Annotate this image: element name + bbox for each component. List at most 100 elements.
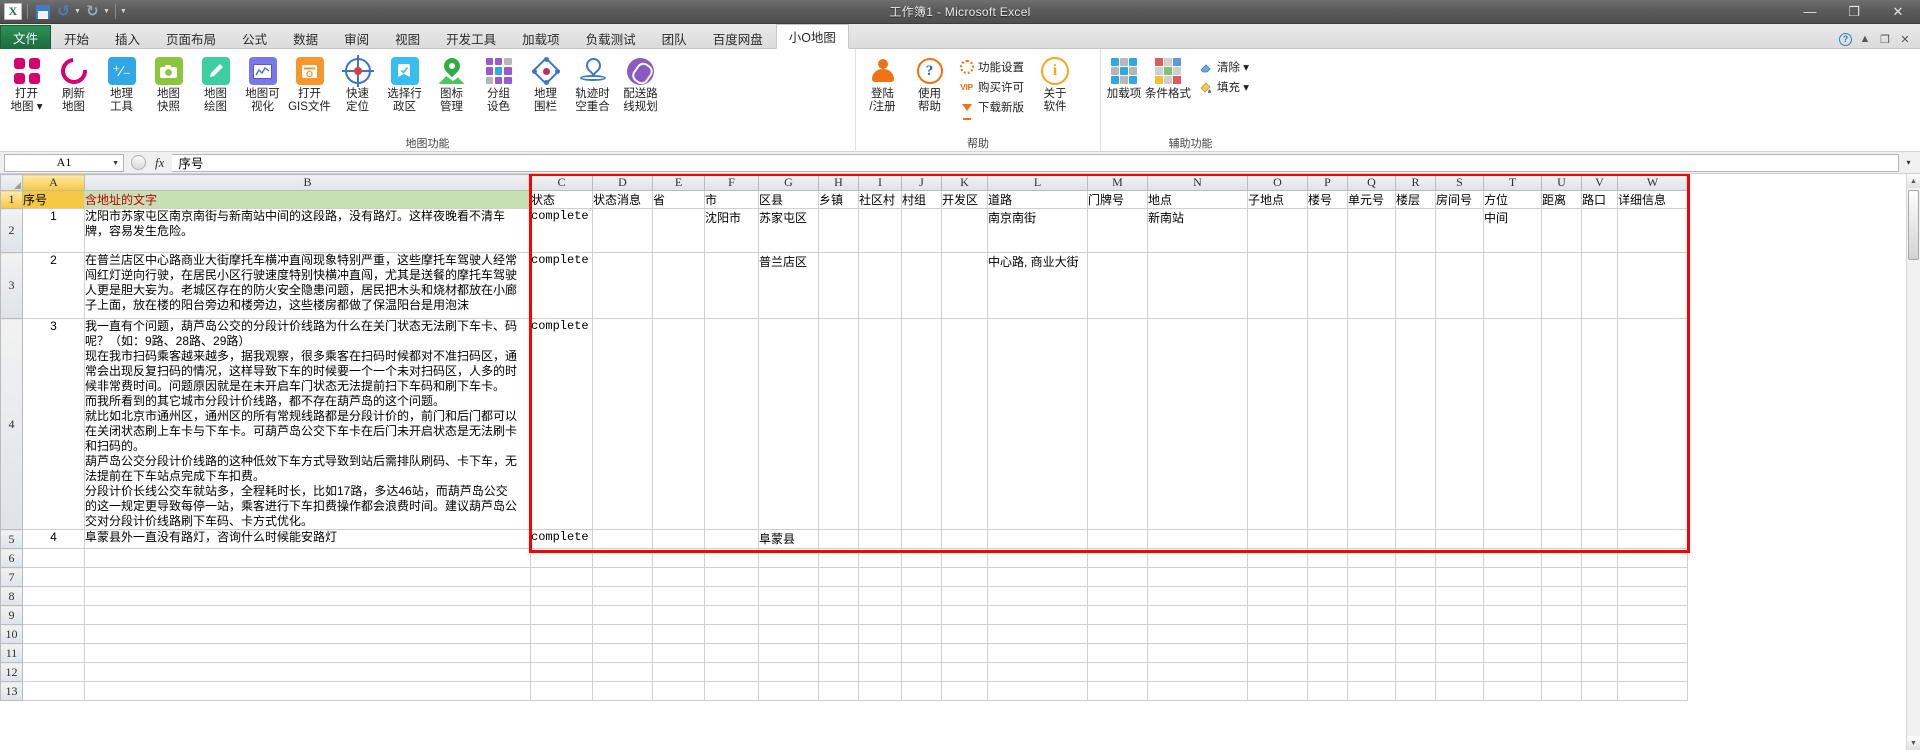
group-color-button[interactable]: 分组 设色 <box>475 54 522 116</box>
cell-E2[interactable] <box>652 208 705 253</box>
cell-T10[interactable] <box>1483 624 1542 644</box>
tab-file[interactable]: 文件 <box>0 25 52 49</box>
cell-R6[interactable] <box>1395 548 1436 568</box>
cell-M4[interactable] <box>1087 318 1148 530</box>
cell-V6[interactable] <box>1581 548 1618 568</box>
cell-B7[interactable] <box>84 567 531 587</box>
scroll-up-icon[interactable]: ▲ <box>1907 174 1920 188</box>
cell-T8[interactable] <box>1483 586 1542 606</box>
cell-T7[interactable] <box>1483 567 1542 587</box>
cell-F11[interactable] <box>704 643 759 663</box>
cell-M5[interactable] <box>1087 529 1148 549</box>
cell-A10[interactable] <box>22 624 85 644</box>
cell-J7[interactable] <box>901 567 942 587</box>
cell-M10[interactable] <box>1087 624 1148 644</box>
cell-U5[interactable] <box>1541 529 1582 549</box>
cell-M6[interactable] <box>1087 548 1148 568</box>
cell-U13[interactable] <box>1541 681 1582 701</box>
cell-S1[interactable]: 房间号 <box>1435 190 1484 209</box>
cell-H5[interactable] <box>818 529 859 549</box>
cell-L5[interactable] <box>987 529 1088 549</box>
cell-J5[interactable] <box>901 529 942 549</box>
cell-V7[interactable] <box>1581 567 1618 587</box>
cell-I2[interactable] <box>858 208 902 253</box>
cell-C8[interactable] <box>530 586 593 606</box>
cell-Q6[interactable] <box>1347 548 1396 568</box>
fill-item[interactable]: 填充 ▾ <box>1196 78 1253 96</box>
help-icon[interactable]: ? <box>1839 32 1852 46</box>
cell-C4[interactable]: complete <box>530 318 593 530</box>
cell-G12[interactable] <box>758 662 819 682</box>
cell-W8[interactable] <box>1617 586 1688 606</box>
cell-E5[interactable] <box>652 529 705 549</box>
cell-B12[interactable] <box>84 662 531 682</box>
cell-R1[interactable]: 楼层 <box>1395 190 1436 209</box>
cell-G1[interactable]: 区县 <box>758 190 819 209</box>
cell-I5[interactable] <box>858 529 902 549</box>
cell-R11[interactable] <box>1395 643 1436 663</box>
cell-N4[interactable] <box>1147 318 1248 530</box>
cell-P13[interactable] <box>1307 681 1348 701</box>
close-window-icon[interactable]: ✕ <box>1898 32 1912 46</box>
cell-M3[interactable] <box>1087 252 1148 319</box>
cell-N8[interactable] <box>1147 586 1248 606</box>
cell-F2[interactable]: 沈阳市 <box>704 208 759 253</box>
cell-G13[interactable] <box>758 681 819 701</box>
cell-D3[interactable] <box>592 252 653 319</box>
cell-V4[interactable] <box>1581 318 1618 530</box>
cell-M8[interactable] <box>1087 586 1148 606</box>
cell-O2[interactable] <box>1247 208 1308 253</box>
cell-P12[interactable] <box>1307 662 1348 682</box>
cell-H8[interactable] <box>818 586 859 606</box>
cell-O11[interactable] <box>1247 643 1308 663</box>
cell-M12[interactable] <box>1087 662 1148 682</box>
cell-L3[interactable]: 中心路, 商业大街 <box>987 252 1088 319</box>
cell-A7[interactable] <box>22 567 85 587</box>
select-district-button[interactable]: 选择行 政区 <box>381 54 428 116</box>
cell-R12[interactable] <box>1395 662 1436 682</box>
cell-R9[interactable] <box>1395 605 1436 625</box>
cell-C13[interactable] <box>530 681 593 701</box>
column-header-D[interactable]: D <box>592 174 653 191</box>
cell-K5[interactable] <box>941 529 988 549</box>
cell-J1[interactable]: 村组 <box>901 190 942 209</box>
cell-W3[interactable] <box>1617 252 1688 319</box>
route-plan-button[interactable]: 配送路 线规划 <box>617 54 664 116</box>
column-header-P[interactable]: P <box>1307 174 1348 191</box>
cell-L2[interactable]: 南京南街 <box>987 208 1088 253</box>
cell-S13[interactable] <box>1435 681 1484 701</box>
open-gis-file-button[interactable]: 打开 GIS文件 <box>286 54 333 116</box>
cell-U12[interactable] <box>1541 662 1582 682</box>
cell-P7[interactable] <box>1307 567 1348 587</box>
cell-H3[interactable] <box>818 252 859 319</box>
function-settings-item[interactable]: 功能设置 <box>957 58 1028 76</box>
redo-dropdown-icon[interactable]: ▼ <box>103 8 110 15</box>
cell-S10[interactable] <box>1435 624 1484 644</box>
conditional-format-button[interactable]: 条件格式 <box>1144 54 1192 103</box>
column-header-G[interactable]: G <box>758 174 819 191</box>
cell-R3[interactable] <box>1395 252 1436 319</box>
save-icon[interactable] <box>33 2 52 21</box>
tab-8[interactable]: 加载项 <box>509 26 573 49</box>
cell-R13[interactable] <box>1395 681 1436 701</box>
cell-Q12[interactable] <box>1347 662 1396 682</box>
cell-P6[interactable] <box>1307 548 1348 568</box>
select-all-corner[interactable] <box>0 174 23 191</box>
cell-A3[interactable]: 2 <box>22 252 85 319</box>
cell-T5[interactable] <box>1483 529 1542 549</box>
cell-P1[interactable]: 楼号 <box>1307 190 1348 209</box>
column-header-O[interactable]: O <box>1247 174 1308 191</box>
column-header-J[interactable]: J <box>901 174 942 191</box>
row-header-8[interactable]: 8 <box>0 586 23 606</box>
cell-J3[interactable] <box>901 252 942 319</box>
cell-Q8[interactable] <box>1347 586 1396 606</box>
cell-G5[interactable]: 阜蒙县 <box>758 529 819 549</box>
cell-E9[interactable] <box>652 605 705 625</box>
cell-B13[interactable] <box>84 681 531 701</box>
cell-E13[interactable] <box>652 681 705 701</box>
tab-11[interactable]: 百度网盘 <box>700 26 776 49</box>
cell-J2[interactable] <box>901 208 942 253</box>
customize-qat-icon[interactable]: ▼ <box>120 8 127 15</box>
undo-icon[interactable]: ↺ <box>54 2 73 21</box>
cell-T13[interactable] <box>1483 681 1542 701</box>
